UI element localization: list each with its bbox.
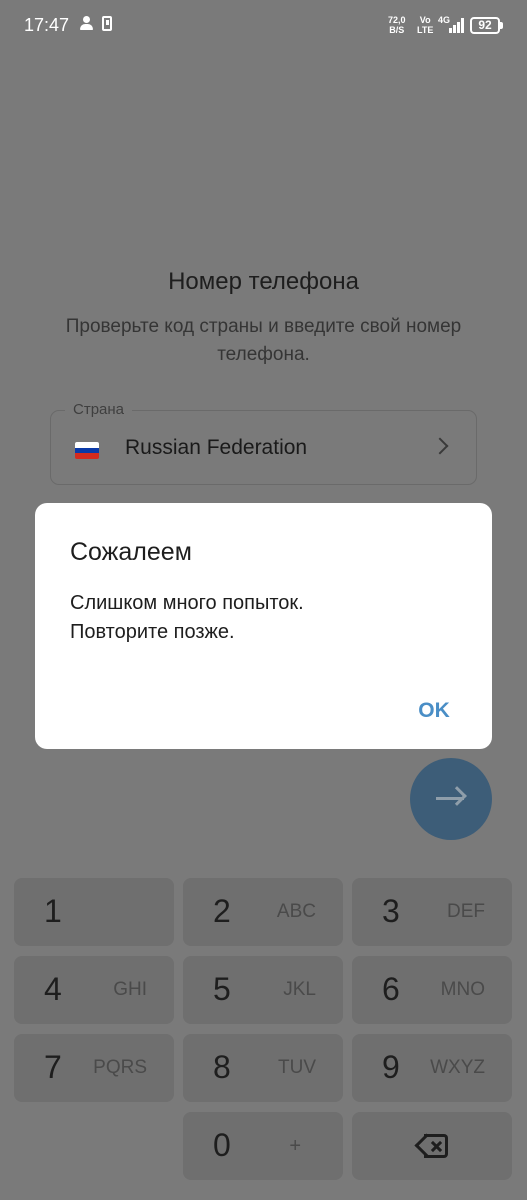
key-digit: 6 [382,971,400,1007]
volte-indicator: Vo LTE [417,15,433,35]
battery-tip [500,22,503,29]
key-1[interactable]: 1 [14,878,174,946]
key-digit: 8 [213,1049,231,1085]
network-speed-unit: B/S [389,25,405,35]
key-7[interactable]: 7 PQRS [14,1034,174,1102]
key-6[interactable]: 6 MNO [352,956,512,1024]
network-speed: 72,0 B/S [388,15,406,35]
country-selector[interactable]: Страна Russian Federation [50,401,477,485]
key-digit: 3 [382,893,400,929]
key-8[interactable]: 8 TUV [183,1034,343,1102]
key-9[interactable]: 9 WXYZ [352,1034,512,1102]
key-digit: 5 [213,971,231,1007]
key-letters: + [289,1135,301,1157]
key-letters: JKL [283,979,316,1000]
page-subtitle: Проверьте код страны и введите свой номе… [65,316,462,365]
key-5[interactable]: 5 JKL [183,956,343,1024]
key-4[interactable]: 4 GHI [14,956,174,1024]
alert-dialog: Сожалеем Слишком много попыток. Повторит… [35,503,492,749]
page-title: Номер телефона [168,268,359,295]
key-digit: 2 [213,893,231,929]
key-letters: MNO [440,979,485,1000]
key-digit: 9 [382,1049,400,1085]
dialog-title: Сожалеем [70,538,192,566]
key-0[interactable]: 0 + [183,1112,343,1180]
ok-button[interactable]: OK [405,691,463,731]
backspace-key[interactable] [352,1112,512,1180]
volte-top: Vo [419,15,431,25]
backspace-icon [414,1133,449,1158]
key-letters: DEF [447,901,485,922]
key-letters: ABC [276,901,316,922]
key-digit: 4 [44,971,62,1007]
country-name: Russian Federation [125,436,308,459]
key-digit: 7 [44,1049,62,1085]
battery-icon: 92 [470,17,500,34]
key-3[interactable]: 3 DEF [352,878,512,946]
chevron-right-icon [431,437,449,455]
status-time: 17:47 [24,15,70,35]
network-speed-value: 72,0 [388,15,406,25]
key-2[interactable]: 2 ABC [183,878,343,946]
key-letters: PQRS [93,1057,147,1078]
dialog-message: Слишком много попыток. Повторите позже. [70,592,304,643]
key-letters: WXYZ [430,1057,485,1078]
arrow-head [447,786,467,806]
key-digit: 0 [213,1127,231,1163]
volte-bottom: LTE [417,25,434,35]
person-icon [80,16,94,32]
next-button[interactable] [410,758,492,840]
country-label: Страна [65,401,133,418]
key-letters: GHI [113,979,147,1000]
signal-icon [449,17,467,33]
key-digit: 1 [44,893,62,929]
russia-flag-icon [75,442,99,459]
status-bar: 17:47 72,0 B/S Vo LTE 4G 92 [0,0,527,52]
key-letters: TUV [278,1057,316,1078]
sim-card-icon [101,16,115,32]
